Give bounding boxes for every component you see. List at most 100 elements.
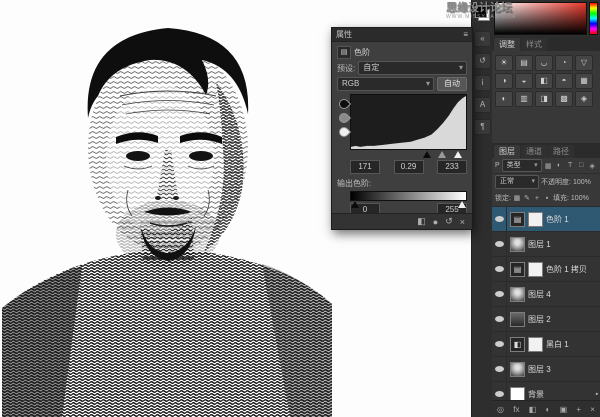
filter-type-icon[interactable]: T [566, 162, 575, 169]
highlight-input[interactable]: 233 [437, 160, 467, 174]
brightness-contrast-icon[interactable]: ☀ [495, 55, 513, 71]
adjustment-layer-thumbnail[interactable] [510, 337, 525, 352]
new-adjustment-layer-icon[interactable]: ◐ [545, 405, 550, 414]
black-white-icon[interactable]: ◧ [535, 73, 553, 89]
vibrance-icon[interactable]: ▽ [575, 55, 593, 71]
filter-adjustment-icon[interactable]: ◐ [555, 162, 564, 169]
collapse-panels-icon[interactable]: « [474, 31, 491, 47]
character-icon[interactable]: A [474, 97, 491, 113]
layer-row[interactable]: 色阶 1 [492, 207, 600, 232]
tab-paths[interactable]: 路径 [548, 145, 574, 158]
white-point-eyedropper-icon[interactable] [336, 125, 350, 139]
tab-channels[interactable]: 通道 [521, 145, 547, 158]
highlight-slider-handle[interactable] [454, 151, 462, 158]
levels-input-sliders[interactable] [350, 150, 467, 159]
visibility-toggle[interactable] [492, 232, 507, 256]
invert-icon[interactable]: ◐ [495, 91, 513, 107]
curves-icon[interactable]: ◡ [535, 55, 553, 71]
channel-dropdown[interactable]: RGB [337, 77, 434, 91]
layer-thumbnail[interactable] [510, 287, 525, 302]
delete-layer-icon[interactable]: × [590, 405, 595, 414]
adjustment-layer-thumbnail[interactable] [510, 212, 525, 227]
preset-dropdown[interactable]: 自定 [358, 61, 467, 75]
visibility-toggle[interactable] [492, 257, 507, 281]
visibility-toggle[interactable] [492, 282, 507, 306]
hue-saturation-icon[interactable]: ◑ [495, 73, 513, 89]
layer-thumbnail[interactable] [510, 237, 525, 252]
layer-thumbnail[interactable] [510, 362, 525, 377]
layer-row[interactable]: 背景 ▪ [492, 382, 600, 400]
blend-mode-dropdown[interactable]: 正常 [495, 175, 539, 189]
visibility-toggle[interactable] [492, 207, 507, 231]
photo-filter-icon[interactable]: ◓ [555, 73, 573, 89]
auto-button[interactable]: 自动 [437, 77, 467, 91]
visibility-toggle[interactable] [492, 332, 507, 356]
layer-mask-thumbnail[interactable] [528, 262, 543, 277]
adjustment-layer-thumbnail[interactable] [510, 262, 525, 277]
layer-row[interactable]: 图层 2 [492, 307, 600, 332]
visibility-toggle[interactable] [492, 307, 507, 331]
exposure-icon[interactable]: ◔ [555, 55, 573, 71]
layers-panel: 图层 通道 路径 P 类型 ▦ ◐ T □ ◈ 正常 不透明度: 100% 锁定… [492, 144, 600, 417]
new-group-icon[interactable]: ▣ [560, 405, 568, 414]
info-icon[interactable]: i [474, 75, 491, 91]
layer-effects-icon[interactable]: fx [513, 405, 519, 414]
panel-menu-icon[interactable]: ≡ [463, 30, 468, 39]
fill-value[interactable]: 100% [571, 195, 589, 202]
shadow-slider-handle[interactable] [423, 151, 431, 158]
layer-mask-icon[interactable]: ◧ [529, 405, 537, 414]
midtone-slider-handle[interactable] [438, 151, 446, 158]
reset-icon[interactable]: ↺ [445, 216, 453, 227]
posterize-icon[interactable]: ▥ [515, 91, 533, 107]
tab-adjustments[interactable]: 调整 [494, 38, 520, 51]
black-point-eyedropper-icon[interactable] [336, 97, 350, 111]
layer-thumbnail[interactable] [510, 387, 525, 401]
layer-row[interactable]: 色阶 1 拷贝 [492, 257, 600, 282]
layer-row[interactable]: 黑白 1 [492, 332, 600, 357]
output-black-handle[interactable] [351, 201, 359, 208]
layer-row[interactable]: 图层 1 [492, 232, 600, 257]
layer-mask-thumbnail[interactable] [528, 212, 543, 227]
gray-point-eyedropper-icon[interactable] [336, 111, 350, 125]
layer-name: 图层 1 [528, 239, 551, 250]
lock-all-icon[interactable]: ▪ [543, 195, 551, 202]
selective-color-icon[interactable]: ◈ [575, 91, 593, 107]
delete-icon[interactable]: × [460, 217, 465, 227]
layer-thumbnail[interactable] [510, 312, 525, 327]
lock-pixels-icon[interactable]: ✎ [523, 194, 531, 202]
lock-transparency-icon[interactable]: ▦ [513, 194, 521, 202]
eye-icon [495, 266, 504, 272]
hue-slider[interactable] [589, 2, 598, 35]
visibility-icon[interactable]: ● [433, 217, 438, 227]
tab-layers[interactable]: 图层 [494, 145, 520, 158]
output-levels-gradient[interactable] [350, 191, 467, 201]
opacity-value[interactable]: 100% [573, 179, 591, 186]
tab-styles[interactable]: 样式 [521, 38, 547, 51]
layer-row[interactable]: 图层 4 [492, 282, 600, 307]
output-white-handle[interactable] [458, 201, 466, 208]
layer-filter-dropdown[interactable]: 类型 [502, 159, 542, 172]
gradient-map-icon[interactable]: ▩ [555, 91, 573, 107]
layer-row[interactable]: 图层 3 [492, 357, 600, 382]
channel-mixer-icon[interactable]: ▦ [575, 73, 593, 89]
history-icon[interactable]: ↺ [474, 53, 491, 69]
clip-to-layer-icon[interactable]: ◧ [417, 216, 426, 227]
properties-panel-titlebar[interactable]: 属性 ≡ [332, 28, 472, 42]
color-balance-icon[interactable]: ◒ [515, 73, 533, 89]
filter-shape-icon[interactable]: □ [577, 162, 586, 169]
new-layer-icon[interactable]: + [576, 405, 581, 414]
gamma-input[interactable]: 0.29 [394, 160, 424, 174]
photoshop-window: 思缘设计论坛 WWW.MISSYUAN.COM 属性 ≡ ▤ 色阶 预设: 自定… [0, 0, 600, 417]
link-layers-icon[interactable]: ◎ [497, 405, 504, 414]
threshold-icon[interactable]: ◨ [535, 91, 553, 107]
lock-position-icon[interactable]: + [533, 195, 541, 202]
levels-icon[interactable]: ▤ [515, 55, 533, 71]
shadow-input[interactable]: 171 [350, 160, 380, 174]
filter-pixel-icon[interactable]: ▦ [544, 162, 553, 170]
visibility-toggle[interactable] [492, 382, 507, 400]
visibility-toggle[interactable] [492, 357, 507, 381]
paragraph-icon[interactable]: ¶ [474, 119, 491, 135]
eye-icon [495, 241, 504, 247]
filter-smart-icon[interactable]: ◈ [588, 162, 597, 170]
layer-mask-thumbnail[interactable] [528, 337, 543, 352]
